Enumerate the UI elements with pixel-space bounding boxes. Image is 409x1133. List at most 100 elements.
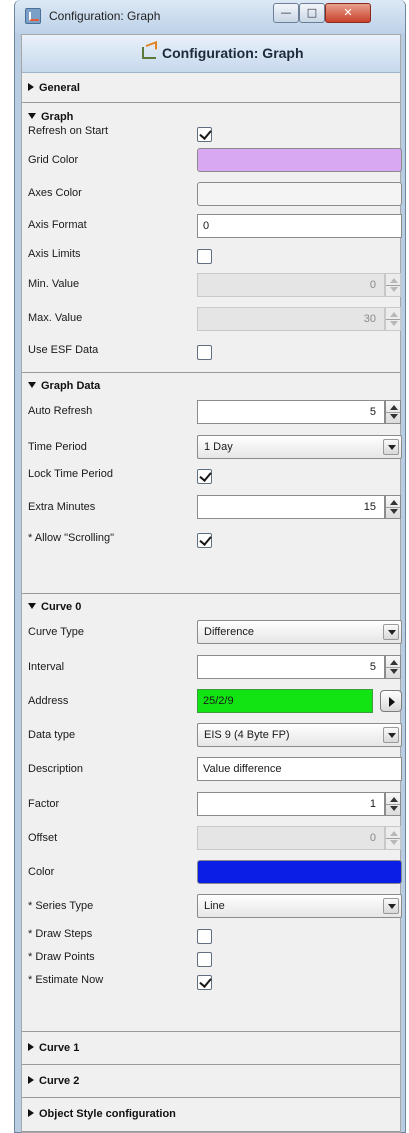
use-esf-label: Use ESF Data bbox=[28, 344, 99, 356]
offset-spinner[interactable] bbox=[385, 826, 401, 850]
collapsed-triangle-icon bbox=[28, 83, 34, 91]
spinner-down-icon bbox=[390, 509, 398, 514]
window-titlebar[interactable]: Configuration: Graph — □ ✕ bbox=[15, 0, 405, 34]
offset-input[interactable]: 0 bbox=[197, 826, 385, 850]
curve-type-select[interactable]: Difference bbox=[197, 620, 402, 644]
use-esf-checkbox[interactable] bbox=[197, 345, 212, 360]
address-browse-button[interactable] bbox=[380, 690, 402, 712]
factor-spinner[interactable] bbox=[385, 792, 401, 816]
spinner-up-icon bbox=[390, 405, 398, 410]
section-curve-0-header[interactable]: Curve 0 bbox=[28, 601, 81, 613]
section-graph-data-header[interactable]: Graph Data bbox=[28, 380, 100, 392]
app-icon bbox=[25, 8, 41, 24]
draw-steps-label: * Draw Steps bbox=[28, 928, 93, 940]
min-value-spinner[interactable] bbox=[385, 273, 401, 297]
spinner-up-icon bbox=[390, 660, 398, 665]
factor-label: Factor bbox=[28, 798, 60, 810]
section-curve-2-header[interactable]: Curve 2 bbox=[28, 1075, 79, 1087]
auto-refresh-label: Auto Refresh bbox=[28, 405, 93, 417]
section-general-header[interactable]: General bbox=[28, 82, 80, 94]
section-graph-label: Graph bbox=[41, 111, 74, 123]
curve-type-label: Curve Type bbox=[28, 626, 85, 638]
estimate-now-checkbox[interactable] bbox=[197, 975, 212, 990]
maximize-button[interactable]: □ bbox=[299, 3, 325, 23]
axis-limits-label: Axis Limits bbox=[28, 248, 81, 260]
allow-scrolling-checkbox[interactable] bbox=[197, 533, 212, 548]
section-object-style-label: Object Style configuration bbox=[39, 1108, 176, 1120]
dropdown-arrow-icon bbox=[383, 898, 399, 914]
description-label: Description bbox=[28, 763, 84, 775]
section-curve-0: Curve 0 Curve Type Difference Interval 5… bbox=[22, 594, 402, 1032]
series-type-value: Line bbox=[204, 900, 225, 912]
color-label: Color bbox=[28, 866, 55, 878]
interval-spinner[interactable] bbox=[385, 655, 401, 679]
auto-refresh-input[interactable]: 5 bbox=[197, 400, 385, 424]
description-input[interactable]: Value difference bbox=[197, 757, 402, 781]
spinner-up-icon bbox=[390, 797, 398, 802]
close-button[interactable]: ✕ bbox=[325, 3, 371, 23]
max-value-input[interactable]: 30 bbox=[197, 307, 385, 331]
section-curve-1-label: Curve 1 bbox=[39, 1042, 80, 1054]
panel-header: Configuration: Graph bbox=[22, 35, 400, 73]
extra-minutes-input[interactable]: 15 bbox=[197, 495, 385, 519]
min-value-label: Min. Value bbox=[28, 278, 80, 290]
time-period-select[interactable]: 1 Day bbox=[197, 435, 402, 459]
refresh-on-start-checkbox[interactable] bbox=[197, 127, 212, 142]
interval-input[interactable]: 5 bbox=[197, 655, 385, 679]
section-curve-1-header[interactable]: Curve 1 bbox=[28, 1042, 79, 1054]
dropdown-arrow-icon bbox=[383, 727, 399, 743]
allow-scrolling-label: * Allow "Scrolling" bbox=[28, 532, 115, 544]
series-type-label: * Series Type bbox=[28, 900, 94, 912]
spinner-divider bbox=[386, 667, 400, 668]
axis-format-input[interactable]: 0 bbox=[197, 214, 402, 238]
section-object-style: Object Style configuration bbox=[22, 1098, 400, 1132]
min-value-input[interactable]: 0 bbox=[197, 273, 385, 297]
spinner-divider bbox=[386, 507, 400, 508]
section-curve-1: Curve 1 bbox=[22, 1032, 400, 1065]
lock-time-period-checkbox[interactable] bbox=[197, 469, 212, 484]
spinner-divider bbox=[386, 412, 400, 413]
collapsed-triangle-icon bbox=[28, 1109, 34, 1117]
lock-time-period-label: Lock Time Period bbox=[28, 468, 113, 480]
axes-color-label: Axes Color bbox=[28, 187, 82, 199]
section-graph-data: Graph Data Auto Refresh 5 Time Period 1 … bbox=[22, 373, 402, 594]
section-object-style-header[interactable]: Object Style configuration bbox=[28, 1108, 176, 1120]
minimize-button[interactable]: — bbox=[273, 3, 299, 23]
spinner-down-icon bbox=[390, 806, 398, 811]
factor-input[interactable]: 1 bbox=[197, 792, 385, 816]
dropdown-arrow-icon bbox=[383, 439, 399, 455]
data-type-value: EIS 9 (4 Byte FP) bbox=[204, 729, 290, 741]
expanded-triangle-icon bbox=[28, 382, 36, 388]
draw-points-label: * Draw Points bbox=[28, 951, 95, 963]
extra-minutes-spinner[interactable] bbox=[385, 495, 401, 519]
expanded-triangle-icon bbox=[28, 113, 36, 119]
spinner-up-icon bbox=[390, 278, 398, 283]
config-panel: Configuration: Graph General Graph Refre… bbox=[21, 34, 402, 1133]
axis-limits-checkbox[interactable] bbox=[197, 249, 212, 264]
series-type-select[interactable]: Line bbox=[197, 894, 402, 918]
collapsed-triangle-icon bbox=[28, 1043, 34, 1051]
spinner-down-icon bbox=[390, 321, 398, 326]
expanded-triangle-icon bbox=[28, 603, 36, 609]
spinner-divider bbox=[386, 838, 400, 839]
dropdown-arrow-icon bbox=[383, 624, 399, 640]
spinner-down-icon bbox=[390, 287, 398, 292]
auto-refresh-spinner[interactable] bbox=[385, 400, 401, 424]
max-value-spinner[interactable] bbox=[385, 307, 401, 331]
interval-label: Interval bbox=[28, 661, 65, 673]
curve-color-swatch[interactable] bbox=[197, 860, 402, 884]
spinner-up-icon bbox=[390, 500, 398, 505]
draw-points-checkbox[interactable] bbox=[197, 952, 212, 967]
address-label: Address bbox=[28, 695, 69, 707]
address-input[interactable]: 25/2/9 bbox=[197, 689, 373, 713]
grid-color-swatch[interactable] bbox=[197, 148, 402, 172]
grid-color-label: Grid Color bbox=[28, 154, 79, 166]
section-general: General bbox=[22, 73, 400, 103]
draw-steps-checkbox[interactable] bbox=[197, 929, 212, 944]
spinner-divider bbox=[386, 285, 400, 286]
data-type-select[interactable]: EIS 9 (4 Byte FP) bbox=[197, 723, 402, 747]
spinner-up-icon bbox=[390, 312, 398, 317]
offset-label: Offset bbox=[28, 832, 58, 844]
section-graph-header[interactable]: Graph bbox=[28, 111, 73, 123]
axes-color-swatch[interactable] bbox=[197, 182, 402, 206]
